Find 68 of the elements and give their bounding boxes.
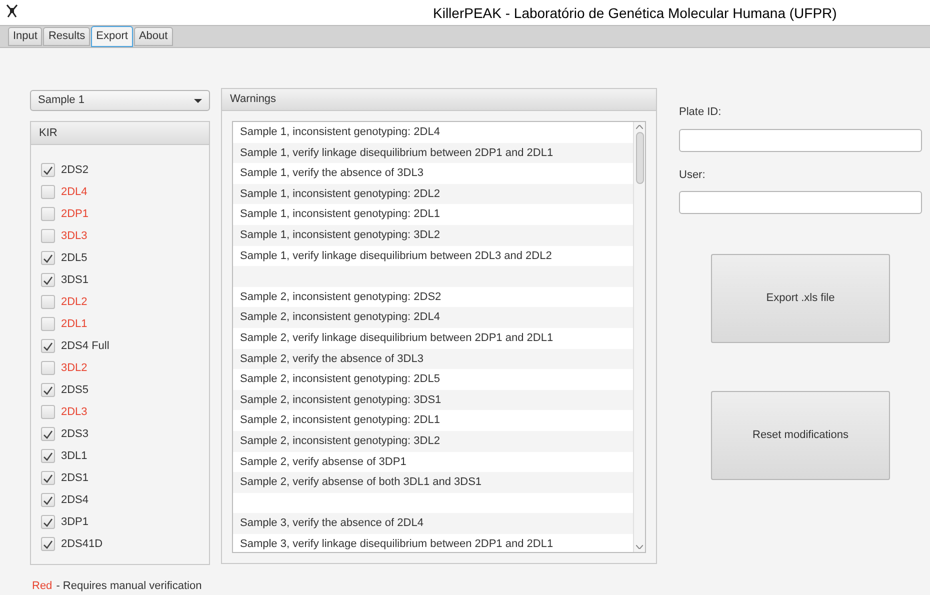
kir-label: 3DL1 xyxy=(61,448,88,464)
plate-id-label: Plate ID: xyxy=(679,105,722,120)
kir-label: 2DS1 xyxy=(61,470,89,486)
warning-row[interactable]: Sample 1, inconsistent genotyping: 3DL2 xyxy=(233,224,633,246)
checkbox[interactable] xyxy=(41,537,55,551)
kir-label: 3DS1 xyxy=(61,272,89,288)
kir-label: 2DL3 xyxy=(61,404,88,420)
warning-row[interactable]: Sample 1, inconsistent genotyping: 2DL2 xyxy=(233,184,633,204)
checkbox[interactable] xyxy=(41,273,55,287)
checkbox[interactable] xyxy=(41,251,55,265)
warning-row[interactable]: Sample 2, inconsistent genotyping: 3DS1 xyxy=(233,390,633,410)
kir-label: 2DS41D xyxy=(61,536,103,552)
legend-color-word: Red xyxy=(32,579,52,594)
warning-row[interactable]: Sample 2, inconsistent genotyping: 3DL2 xyxy=(233,430,633,452)
user-field[interactable] xyxy=(679,191,922,214)
scroll-down-icon[interactable] xyxy=(636,545,643,549)
warning-row[interactable]: Sample 2, verify absense of both 3DL1 and 3DS1 xyxy=(233,472,633,493)
kir-label: 3DL3 xyxy=(61,228,88,244)
dropdown-value: Sample 1 xyxy=(38,93,84,108)
tab[interactable]: Input xyxy=(8,27,42,46)
warning-row[interactable]: Sample 2, verify the absence of 3DL3 xyxy=(233,348,633,370)
kir-label: 2DP1 xyxy=(61,206,89,222)
checkbox[interactable] xyxy=(41,295,55,309)
kir-label: 2DS4 xyxy=(61,492,89,508)
kir-label: 2DL2 xyxy=(61,294,88,310)
kir-label: 2DS5 xyxy=(61,382,89,398)
tab[interactable]: About xyxy=(134,27,173,46)
tab[interactable]: Export xyxy=(91,26,133,47)
warning-row[interactable]: Sample 2, inconsistent genotyping: 2DL4 xyxy=(233,307,633,328)
panel-title: KIR xyxy=(31,122,209,145)
checkbox[interactable] xyxy=(41,163,55,177)
action-button[interactable]: Export .xls file xyxy=(711,254,890,343)
user-label: User: xyxy=(679,168,706,182)
checkbox[interactable] xyxy=(41,383,55,397)
kir-label: 3DL2 xyxy=(61,360,88,376)
kir-label: 2DS4 Full xyxy=(61,338,110,354)
warning-row[interactable]: Sample 3, verify the absence of 2DL4 xyxy=(233,513,633,534)
checkbox[interactable] xyxy=(41,515,55,529)
kir-label: 2DL5 xyxy=(61,250,88,266)
dropdown-caret-icon xyxy=(194,98,202,102)
scrollbar[interactable] xyxy=(633,122,645,552)
checkbox[interactable] xyxy=(41,427,55,441)
tab[interactable]: Results xyxy=(43,27,90,46)
plate-id-field[interactable] xyxy=(679,128,922,152)
checkbox[interactable] xyxy=(41,185,55,199)
checkbox[interactable] xyxy=(41,361,55,375)
window-title: KillerPEAK - Laboratório de Genética Molecular Humana (UFPR) xyxy=(433,4,837,23)
legend-text: - Requires manual verification xyxy=(56,579,202,594)
checkbox[interactable] xyxy=(41,339,55,353)
kir-label: 2DS3 xyxy=(61,426,89,442)
checkbox[interactable] xyxy=(41,471,55,485)
scroll-thumb[interactable] xyxy=(636,132,644,184)
checkbox[interactable] xyxy=(41,317,55,331)
sample-dropdown[interactable]: Sample 1 xyxy=(30,90,210,111)
app-icon xyxy=(6,4,18,18)
checkbox[interactable] xyxy=(41,449,55,463)
warning-row[interactable]: Sample 1, verify linkage disequilibrium between 2DP1 and 2DL1 xyxy=(233,142,633,164)
panel-title: Warnings xyxy=(222,89,656,111)
scroll-up-icon[interactable] xyxy=(636,125,643,129)
kir-label: 2DS2 xyxy=(61,162,89,178)
kir-label: 3DP1 xyxy=(61,514,89,530)
checkbox[interactable] xyxy=(41,493,55,507)
checkbox[interactable] xyxy=(41,207,55,221)
kir-label: 2DL1 xyxy=(61,316,88,332)
action-button[interactable]: Reset modifications xyxy=(711,391,890,480)
kir-label: 2DL4 xyxy=(61,184,88,200)
checkbox[interactable] xyxy=(41,405,55,419)
checkbox[interactable] xyxy=(41,229,55,243)
